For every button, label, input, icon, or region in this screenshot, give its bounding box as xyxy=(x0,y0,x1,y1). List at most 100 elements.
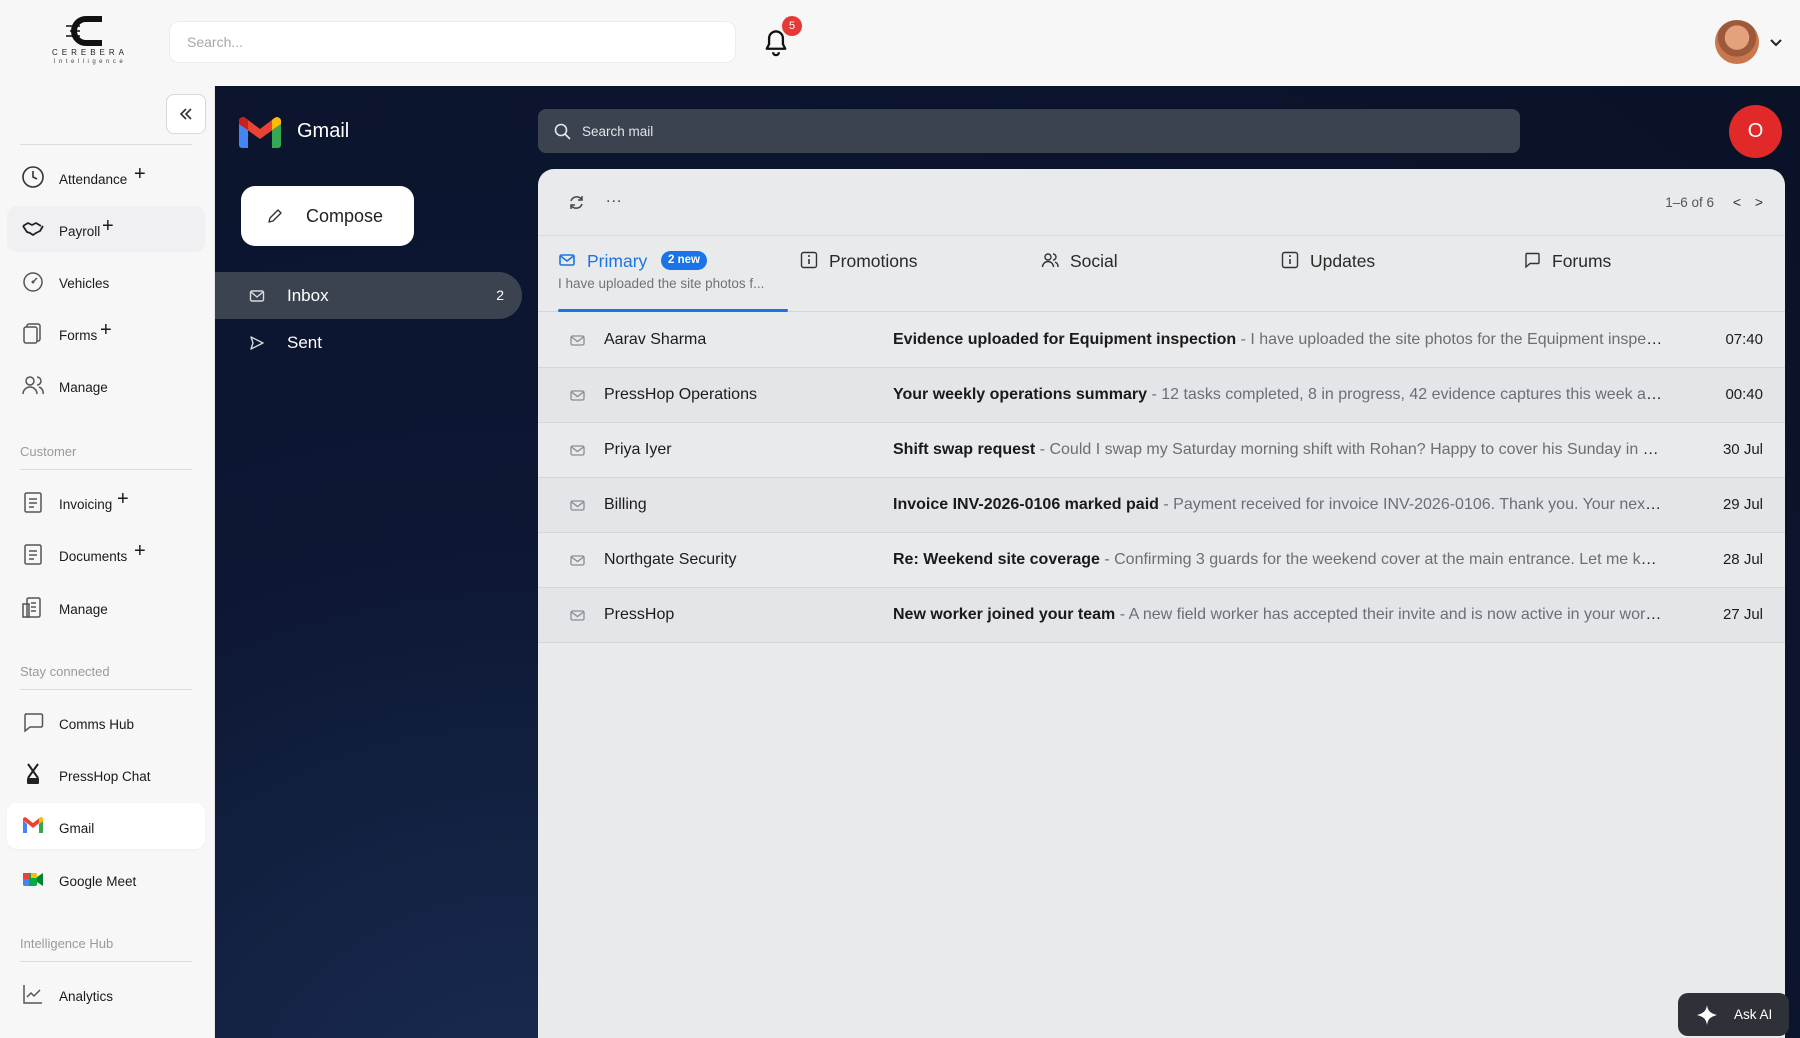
collapse-sidebar-button[interactable] xyxy=(166,94,206,134)
sidebar-item-label: Documents xyxy=(59,549,128,564)
nav-sent[interactable]: Sent xyxy=(215,319,522,366)
sidebar-item-attendance[interactable]: Attendance + xyxy=(7,154,205,200)
email-snippet: - I have uploaded the site photos for th… xyxy=(1236,331,1663,348)
pencil-icon xyxy=(268,209,282,223)
tab-forums[interactable]: Forums xyxy=(1523,236,1723,312)
ask-ai-button[interactable]: Ask AI xyxy=(1678,993,1789,1036)
nav-sent-label: Sent xyxy=(287,333,322,352)
inbox-count: 2 xyxy=(496,287,504,303)
email-subject: Invoice INV-2026-0106 marked paid xyxy=(893,496,1159,513)
mail-search-bar[interactable] xyxy=(538,109,1520,153)
sidebar-item-documents[interactable]: Documents + xyxy=(7,531,205,577)
email-date: 27 Jul xyxy=(1722,606,1763,623)
sidebar-item-presshop-chat[interactable]: PressHop Chat xyxy=(7,751,205,797)
envelope-icon xyxy=(570,445,585,456)
sidebar-item-vehicles[interactable]: Vehicles xyxy=(7,258,205,304)
sidebar-item-customer-manage[interactable]: Manage xyxy=(7,584,205,630)
email-date: 00:40 xyxy=(1725,386,1763,403)
sidebar-item-label: Forms xyxy=(59,328,98,343)
tab-social[interactable]: Social xyxy=(1041,236,1241,312)
section-intelligence-hub: Intelligence Hub xyxy=(20,936,114,951)
sidebar-item-label: Comms Hub xyxy=(59,717,135,732)
logo-sub: Intelligence xyxy=(53,59,127,65)
info-square-icon xyxy=(1281,251,1299,269)
google-meet-icon xyxy=(23,873,43,886)
sidebar-item-label: PressHop Chat xyxy=(59,769,151,784)
email-row[interactable]: PressHop New worker joined your team - A… xyxy=(538,588,1785,643)
email-row[interactable]: Priya Iyer Shift swap request - Could I … xyxy=(538,423,1785,478)
section-customer: Customer xyxy=(20,444,77,459)
email-row[interactable]: Billing Invoice INV-2026-0106 marked pai… xyxy=(538,478,1785,533)
add-attendance-button[interactable]: + xyxy=(134,164,146,184)
add-invoicing-button[interactable]: + xyxy=(117,489,129,509)
email-snippet: - A new field worker has accepted their … xyxy=(1115,606,1663,623)
cerebera-logo[interactable]: CEREBERA Intelligence xyxy=(44,14,136,70)
email-sender: PressHop Operations xyxy=(604,386,757,403)
email-preview: Your weekly operations summary - 12 task… xyxy=(893,386,1663,404)
add-forms-button[interactable]: + xyxy=(100,320,112,340)
gmail-logo-icon xyxy=(239,117,281,148)
gauge-icon xyxy=(23,272,43,292)
more-options-button[interactable]: ... xyxy=(606,189,622,207)
tab-promotions[interactable]: Promotions xyxy=(800,236,1000,312)
new-mail-badge: 2 new xyxy=(661,251,707,270)
sidebar-item-google-meet[interactable]: Google Meet xyxy=(7,856,205,902)
sidebar-item-label: Manage xyxy=(59,380,108,395)
envelope-icon xyxy=(570,390,585,401)
next-page-button[interactable]: > xyxy=(1755,194,1763,210)
sidebar-divider xyxy=(20,689,192,690)
refresh-icon[interactable] xyxy=(568,194,585,211)
gmail-workspace: Gmail Compose Inbox 2 Sent O ... 1–6 of … xyxy=(215,86,1800,1038)
email-row[interactable]: PressHop Operations Your weekly operatio… xyxy=(538,368,1785,423)
sidebar-item-analytics[interactable]: Analytics xyxy=(7,971,205,1017)
email-row[interactable]: Northgate Security Re: Weekend site cove… xyxy=(538,533,1785,588)
email-sender: Billing xyxy=(604,496,647,513)
user-avatar[interactable] xyxy=(1715,20,1759,64)
sidebar-item-comms-hub[interactable]: Comms Hub xyxy=(7,699,205,745)
previous-page-button[interactable]: < xyxy=(1733,194,1741,210)
nav-inbox[interactable]: Inbox 2 xyxy=(215,272,522,319)
tab-updates[interactable]: Updates xyxy=(1281,236,1481,312)
add-documents-button[interactable]: + xyxy=(134,541,146,561)
email-preview: Evidence uploaded for Equipment inspecti… xyxy=(893,331,1663,349)
chevron-down-icon[interactable] xyxy=(1768,34,1784,50)
sidebar-item-label: Google Meet xyxy=(59,874,137,889)
email-row[interactable]: Aarav Sharma Evidence uploaded for Equip… xyxy=(538,313,1785,368)
sidebar-item-gmail[interactable]: Gmail xyxy=(7,803,205,849)
people-icon xyxy=(1041,253,1059,268)
presshop-icon xyxy=(27,763,39,784)
email-date: 07:40 xyxy=(1725,331,1763,348)
account-avatar[interactable]: O xyxy=(1729,105,1782,158)
send-icon xyxy=(250,336,264,350)
email-preview: Invoice INV-2026-0106 marked paid - Paym… xyxy=(893,496,1663,514)
tab-primary-snippet: I have uploaded the site photos f... xyxy=(558,276,765,291)
mail-search-input[interactable] xyxy=(582,109,1482,153)
sidebar-item-invoicing[interactable]: Invoicing + xyxy=(7,479,205,525)
compose-button[interactable]: Compose xyxy=(241,186,414,246)
document-icon xyxy=(24,544,42,565)
envelope-icon xyxy=(570,555,585,566)
sidebar-divider xyxy=(20,961,192,962)
sidebar-item-label: Analytics xyxy=(59,989,114,1004)
sidebar-item-manage[interactable]: Manage xyxy=(7,362,205,408)
tab-primary[interactable]: Primary 2 new I have uploaded the site p… xyxy=(558,236,788,312)
email-subject: New worker joined your team xyxy=(893,606,1116,623)
email-subject: Re: Weekend site coverage xyxy=(893,551,1100,568)
email-snippet: - Confirming 3 guards for the weekend co… xyxy=(1099,551,1663,568)
email-preview: New worker joined your team - A new fiel… xyxy=(893,606,1663,624)
logo-mark-icon xyxy=(66,16,102,46)
email-subject: Evidence uploaded for Equipment inspecti… xyxy=(893,331,1237,348)
double-chevron-left-icon xyxy=(179,108,192,120)
top-bar: CEREBERA Intelligence 5 xyxy=(0,0,1800,86)
sidebar-item-label: Gmail xyxy=(59,821,95,836)
global-search-input[interactable] xyxy=(169,21,736,63)
sidebar-item-payroll[interactable]: Payroll + xyxy=(7,206,205,252)
sidebar: Attendance + Payroll + Vehicles Forms + … xyxy=(0,86,215,1038)
invoice-icon xyxy=(24,492,42,513)
email-snippet: - Payment received for invoice INV-2026-… xyxy=(1163,496,1663,513)
sidebar-item-forms[interactable]: Forms + xyxy=(7,310,205,356)
clock-icon xyxy=(22,166,44,188)
tab-updates-label: Updates xyxy=(1310,251,1376,271)
email-sender: Aarav Sharma xyxy=(604,331,707,348)
add-payroll-button[interactable]: + xyxy=(102,216,114,236)
